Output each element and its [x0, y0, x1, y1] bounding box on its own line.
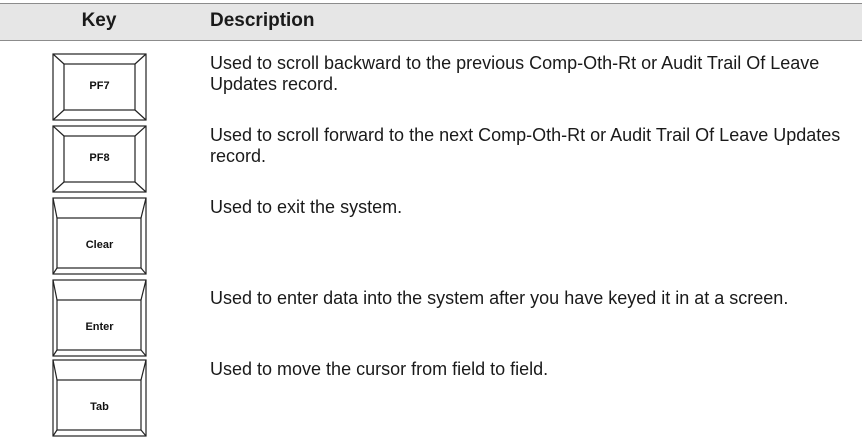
- pf8-key-label: PF8: [89, 152, 110, 164]
- pf8-key-icon: PF8: [52, 125, 147, 193]
- enter-description: Used to enter data into the system after…: [210, 288, 789, 308]
- header-description: Description: [210, 10, 315, 31]
- clear-key-icon: Clear: [52, 197, 147, 275]
- clear-description: Used to exit the system.: [210, 197, 403, 217]
- pf7-key-icon: PF7: [52, 53, 147, 121]
- enter-key-label: Enter: [85, 321, 114, 333]
- key-description-table: Key Description PF7 Used to scroll backw…: [0, 3, 862, 437]
- tab-key-icon: Tab: [52, 359, 147, 437]
- enter-key-icon: Enter: [52, 279, 147, 357]
- tab-description: Used to move the cursor from field to fi…: [210, 359, 549, 379]
- clear-key-label: Clear: [85, 239, 114, 251]
- table-header: Key Description: [0, 3, 862, 41]
- header-key: Key: [81, 10, 117, 31]
- tab-key-label: Tab: [90, 401, 109, 413]
- pf8-description: Used to scroll forward to the next Comp-…: [210, 125, 841, 166]
- pf7-key-label: PF7: [89, 80, 110, 92]
- pf7-description: Used to scroll backward to the previous …: [210, 53, 820, 94]
